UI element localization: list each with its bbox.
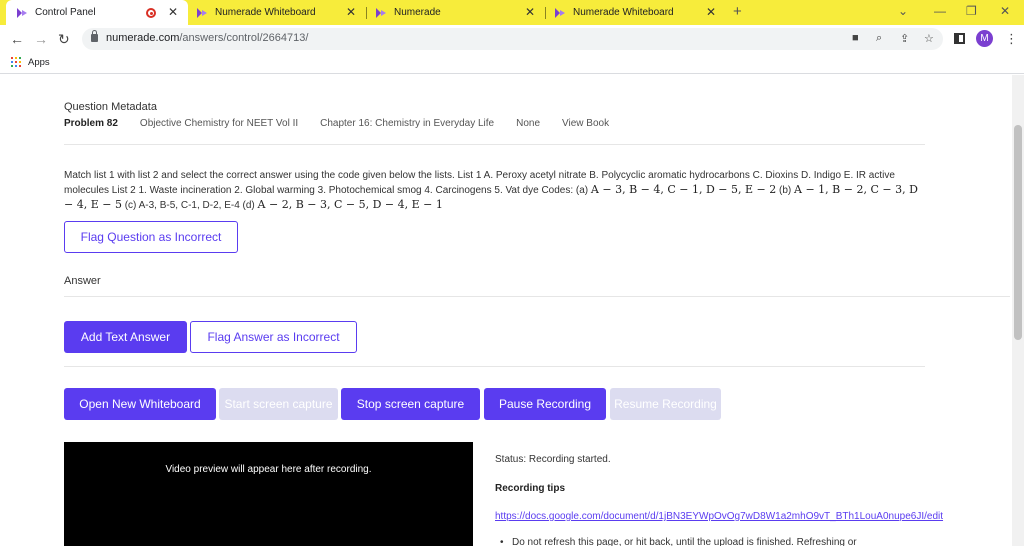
close-icon[interactable]: ✕ (346, 6, 356, 18)
tab-numerade-whiteboard-2[interactable]: Numerade Whiteboard ✕ (546, 0, 726, 25)
page-scrollbar[interactable] (1012, 75, 1024, 546)
reload-icon[interactable]: ↻ (58, 31, 70, 47)
recording-status: Status: Recording started. (495, 454, 611, 465)
problem-number: Problem 82 (64, 118, 118, 129)
lock-icon (91, 30, 98, 42)
numerade-logo-icon (555, 7, 565, 18)
recording-tips-link[interactable]: https://docs.google.com/document/d/1jBN3… (495, 511, 943, 522)
share-icon[interactable]: ⇪ (900, 32, 909, 45)
numerade-logo-icon (17, 7, 27, 18)
recording-tip-item: Do not refresh this page, or hit back, u… (500, 537, 857, 546)
book-title: Objective Chemistry for NEET Vol II (139, 118, 299, 129)
apps-bookmark[interactable]: Apps (28, 57, 50, 68)
flag-question-button[interactable]: Flag Question as Incorrect (64, 221, 238, 253)
profile-avatar[interactable]: M (976, 30, 993, 47)
question-text: Match list 1 with list 2 and select the … (64, 169, 924, 213)
tab-title: Numerade (394, 7, 441, 18)
video-preview-text: Video preview will appear here after rec… (165, 464, 372, 475)
chapter-title: Chapter 16: Chemistry in Everyday Life (320, 118, 495, 129)
pause-recording-button[interactable]: Pause Recording (484, 388, 606, 420)
url-omnibox[interactable]: numerade.com/answers/control/2664713/ ■ … (82, 28, 943, 50)
side-panel-icon[interactable] (954, 33, 965, 44)
resume-recording-button[interactable]: Resume Recording (610, 388, 721, 420)
question-text-part: (c) A-3, B-5, C-1, D-2, E-4 (d) (121, 200, 258, 211)
back-arrow-icon[interactable]: ← (10, 31, 24, 47)
stop-screen-capture-button[interactable]: Stop screen capture (341, 388, 480, 420)
numerade-logo-icon (197, 7, 207, 18)
recording-indicator-icon (146, 8, 156, 18)
camera-icon[interactable]: ■ (852, 32, 859, 44)
close-icon[interactable]: ✕ (525, 6, 535, 18)
answer-heading: Answer (64, 275, 101, 287)
url-host: numerade.com (106, 32, 180, 44)
bookmarks-bar: Apps (0, 54, 1024, 74)
flag-answer-button[interactable]: Flag Answer as Incorrect (190, 321, 357, 353)
numerade-logo-icon (376, 7, 386, 18)
tab-bar: Control Panel ✕ Numerade Whiteboard ✕ Nu… (0, 0, 1024, 25)
tab-numerade-whiteboard-1[interactable]: Numerade Whiteboard ✕ (188, 0, 366, 25)
close-icon[interactable]: ✕ (168, 6, 178, 18)
control-panel-page: Question Metadata Problem 82 Objective C… (0, 75, 1024, 546)
forward-arrow-icon[interactable]: → (34, 31, 48, 47)
divider (64, 144, 925, 145)
url-text[interactable]: numerade.com/answers/control/2664713/ (106, 32, 308, 44)
zoom-icon[interactable]: ⌕ (876, 32, 882, 45)
video-preview: Video preview will appear here after rec… (64, 442, 473, 546)
new-tab-button[interactable]: + (733, 3, 742, 20)
url-path: /answers/control/2664713/ (179, 32, 309, 44)
bookmark-star-icon[interactable]: ☆ (924, 32, 934, 45)
tab-numerade[interactable]: Numerade ✕ (367, 0, 545, 25)
question-text-part: (b) (776, 185, 795, 196)
address-bar: ← → ↻ numerade.com/answers/control/26647… (0, 25, 1024, 54)
divider (64, 366, 925, 367)
apps-grid-icon[interactable] (11, 57, 21, 67)
question-math-a: A − 3, B − 4, C − 1, D − 5, E − 2 (590, 183, 777, 196)
add-text-answer-button[interactable]: Add Text Answer (64, 321, 187, 353)
view-book-link[interactable]: View Book (562, 118, 609, 129)
scrollbar-thumb[interactable] (1014, 125, 1022, 340)
question-math-d: A − 2, B − 3, C − 5, D − 4, E − 1 (257, 198, 443, 211)
tab-search-chevron-icon[interactable]: ⌄ (898, 4, 908, 18)
window-close-icon[interactable]: ✕ (1000, 4, 1010, 18)
menu-kebab-icon[interactable]: ⋮ (1005, 32, 1018, 45)
tab-title: Control Panel (35, 7, 96, 18)
section-value: None (516, 118, 540, 129)
metadata-row: Problem 82 Objective Chemistry for NEET … (64, 118, 631, 129)
tab-title: Numerade Whiteboard (215, 7, 316, 18)
minimize-icon[interactable]: — (934, 4, 946, 18)
recording-tips-title: Recording tips (495, 483, 566, 494)
restore-icon[interactable]: ❐ (966, 4, 977, 18)
tab-control-panel[interactable]: Control Panel ✕ (6, 0, 188, 25)
start-screen-capture-button[interactable]: Start screen capture (219, 388, 338, 420)
tab-title: Numerade Whiteboard (573, 7, 674, 18)
metadata-title: Question Metadata (64, 101, 157, 113)
open-whiteboard-button[interactable]: Open New Whiteboard (64, 388, 216, 420)
divider (64, 296, 1010, 297)
close-icon[interactable]: ✕ (706, 6, 716, 18)
